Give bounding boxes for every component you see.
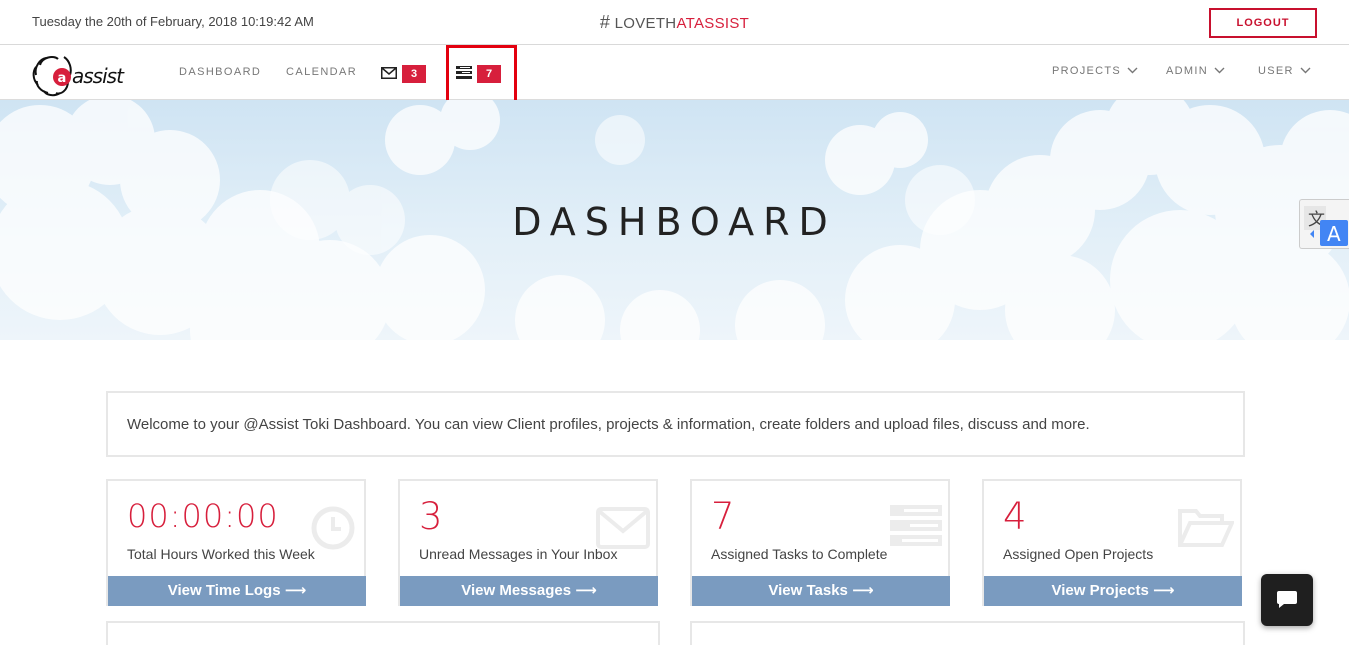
envelope-icon [596, 507, 650, 549]
envelope-icon[interactable] [381, 67, 397, 79]
page-title: DASHBOARD [512, 200, 837, 244]
projects-menu-label: PROJECTS [1052, 65, 1122, 77]
view-messages-button[interactable]: View Messages ⟶ [400, 576, 658, 606]
time-logs-card: 00:00:00 Total Hours Worked this Week Vi… [106, 479, 366, 606]
assigned-tasks-value: 7 [711, 495, 735, 538]
unread-messages-value: 3 [419, 495, 443, 538]
messages-card: 3 Unread Messages in Your Inbox View Mes… [398, 479, 658, 606]
projects-card: 4 Assigned Open Projects View Projects ⟶ [982, 479, 1242, 606]
top-bar: Tuesday the 20th of February, 2018 10:19… [0, 0, 1349, 45]
chevron-down-icon [1127, 67, 1138, 74]
view-projects-button[interactable]: View Projects ⟶ [984, 576, 1242, 606]
open-projects-value: 4 [1003, 495, 1027, 538]
nav-calendar[interactable]: CALENDAR [286, 66, 357, 78]
folder-open-icon [1178, 509, 1234, 547]
chevron-down-icon [1300, 67, 1311, 74]
svg-text:a: a [58, 71, 67, 86]
translate-icon: 文 A [1304, 206, 1348, 246]
bottom-panel-right [690, 621, 1245, 645]
tagline-hash: # [599, 12, 611, 32]
projects-menu[interactable]: PROJECTS [1052, 65, 1138, 77]
bottom-panel-left [106, 621, 660, 645]
main-nav: a assist DASHBOARD CALENDAR 3 7 PROJECTS… [0, 45, 1349, 100]
hero-banner: DASHBOARD [0, 100, 1349, 340]
tagline: # LOVETHATASSIST [0, 12, 1349, 33]
tagline-prefix: LOVETH [614, 15, 677, 32]
unread-messages-label: Unread Messages in Your Inbox [419, 546, 618, 562]
svg-text:assist: assist [72, 64, 125, 88]
translate-widget[interactable]: 文 A [1299, 199, 1349, 249]
nav-dashboard[interactable]: DASHBOARD [179, 66, 261, 78]
tasks-icon [890, 505, 942, 546]
view-time-logs-button[interactable]: View Time Logs ⟶ [108, 576, 366, 606]
svg-text:A: A [1327, 222, 1341, 246]
logout-button[interactable]: LOGOUT [1209, 8, 1317, 38]
user-menu[interactable]: USER [1258, 65, 1311, 77]
welcome-text: Welcome to your @Assist Toki Dashboard. … [127, 416, 1090, 433]
open-projects-label: Assigned Open Projects [1003, 546, 1154, 562]
assigned-tasks-label: Assigned Tasks to Complete [711, 546, 888, 562]
user-menu-label: USER [1258, 65, 1294, 77]
chat-bubble-icon [1277, 591, 1297, 608]
hours-worked-value: 00:00:00 [127, 497, 279, 535]
tagline-accent: ATASSIST [676, 15, 750, 32]
view-tasks-button[interactable]: View Tasks ⟶ [692, 576, 950, 606]
chevron-down-icon [1214, 67, 1225, 74]
welcome-panel: Welcome to your @Assist Toki Dashboard. … [106, 391, 1245, 457]
admin-menu[interactable]: ADMIN [1166, 65, 1225, 77]
tasks-icon[interactable] [456, 66, 472, 79]
clock-icon [311, 506, 355, 550]
hours-worked-label: Total Hours Worked this Week [127, 546, 315, 562]
assist-logo[interactable]: a assist [32, 51, 132, 97]
tasks-card: 7 Assigned Tasks to Complete View Tasks … [690, 479, 950, 606]
chat-button[interactable] [1261, 574, 1313, 626]
admin-menu-label: ADMIN [1166, 65, 1208, 77]
messages-count-badge[interactable]: 3 [402, 65, 426, 83]
tasks-count-badge[interactable]: 7 [477, 65, 501, 83]
